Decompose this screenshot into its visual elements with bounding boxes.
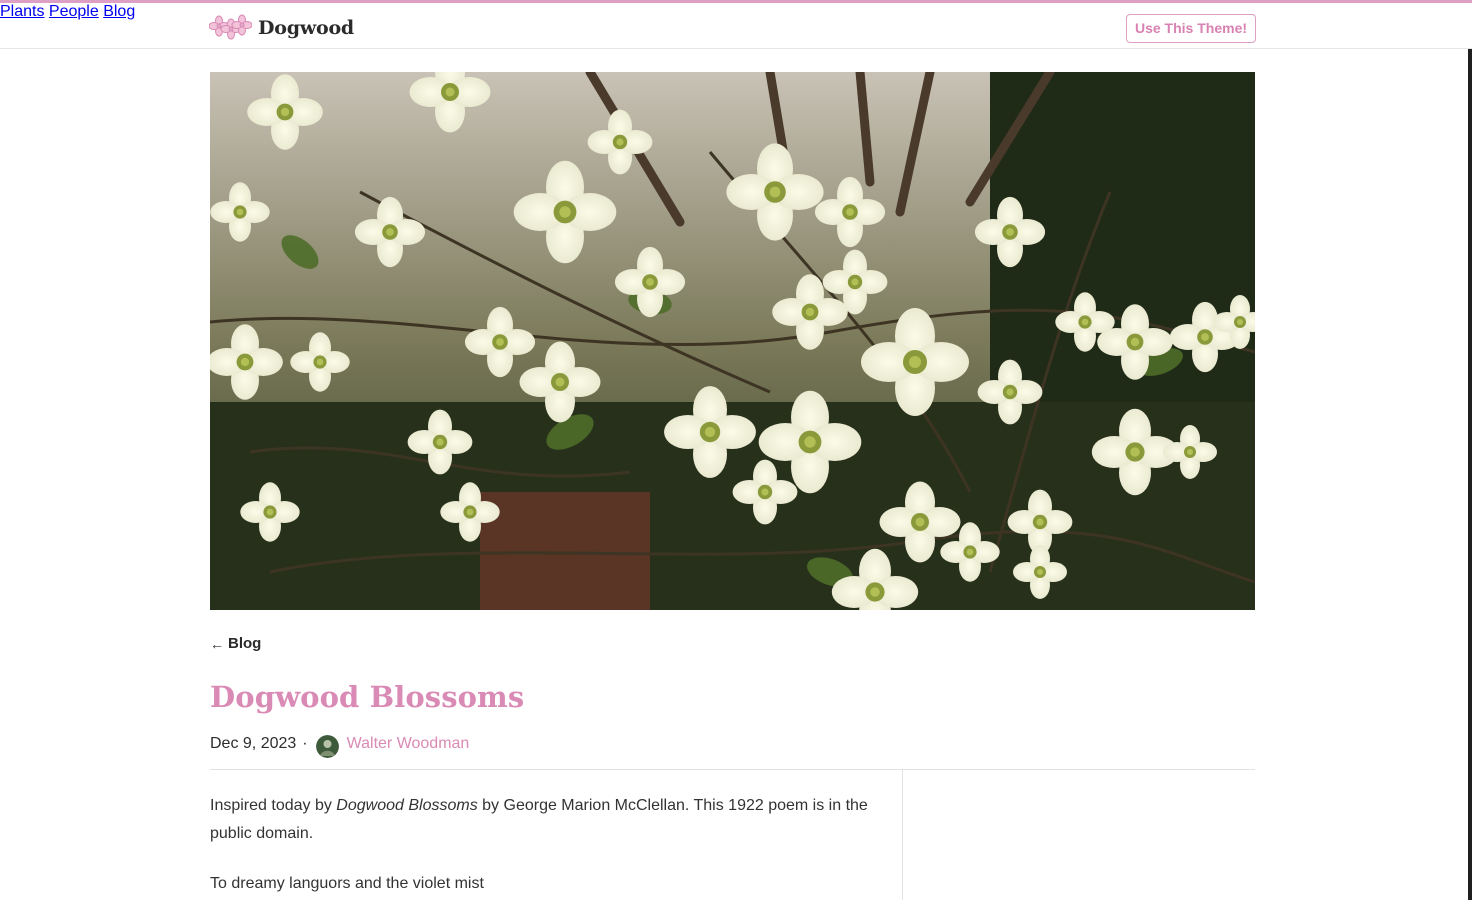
poem-title-reference: Dogwood Blossoms xyxy=(336,797,478,814)
scrollbar-edge xyxy=(1468,49,1472,900)
brand-name: Dogwood xyxy=(258,17,355,39)
post-title: Dogwood Blossoms xyxy=(210,680,525,714)
dogwood-blossoms-photo xyxy=(210,72,1255,610)
post-date: Dec 9, 2023 xyxy=(210,734,297,752)
intro-paragraph: Inspired today by Dogwood Blossoms by Ge… xyxy=(210,792,870,848)
back-to-blog-link[interactable]: ← Blog xyxy=(210,635,261,652)
author-link[interactable]: Walter Woodman xyxy=(347,735,470,753)
intro-text-start: Inspired today by xyxy=(210,797,337,814)
brand-logo-link[interactable]: Dogwood xyxy=(209,13,354,43)
nav-people[interactable]: People xyxy=(49,3,99,20)
sidebar-divider xyxy=(902,770,903,900)
meta-divider xyxy=(210,769,1255,770)
back-link-label: Blog xyxy=(228,635,262,652)
use-theme-button[interactable]: Use This Theme! xyxy=(1126,14,1256,43)
nav-blog[interactable]: Blog xyxy=(103,3,135,20)
nav-plants[interactable]: Plants xyxy=(0,3,44,20)
poem-first-line: To dreamy languors and the violet mist xyxy=(210,875,484,892)
meta-separator: · xyxy=(302,734,308,752)
dogwood-flowers-icon xyxy=(209,14,252,40)
author-avatar xyxy=(315,735,339,758)
post-meta: Dec 9, 2023 · Walter Woodman xyxy=(210,732,470,758)
site-header: Dogwood Plants People Blog Use This Them… xyxy=(0,0,1472,49)
post-body: Inspired today by Dogwood Blossoms by Ge… xyxy=(210,792,870,900)
hero-image xyxy=(210,72,1255,610)
arrow-left-icon: ← xyxy=(210,635,224,652)
